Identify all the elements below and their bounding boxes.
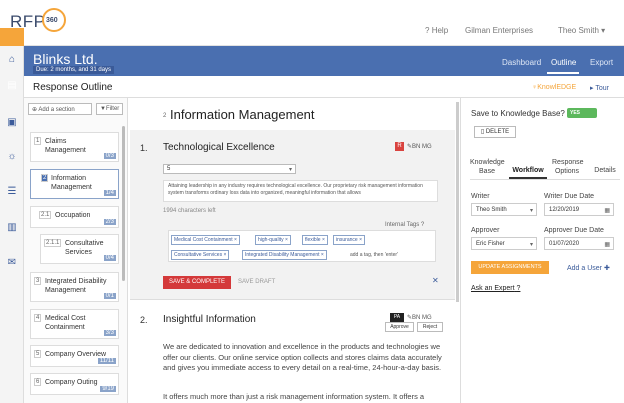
ask-expert-link[interactable]: Ask an Expert ? <box>471 285 520 292</box>
question-title: Technological Excellence <box>163 142 275 153</box>
approve-button[interactable]: Approve <box>385 322 414 332</box>
nav-outline[interactable]: Outline <box>551 58 576 67</box>
writer-label: Writer <box>471 193 490 200</box>
answer-textarea[interactable]: Attaining leadership in any industry req… <box>163 180 438 202</box>
tab-details[interactable]: Details <box>590 166 620 175</box>
approver-label: Approver <box>471 227 500 234</box>
outline-item[interactable]: 1 Claims Management 0/3 <box>30 132 119 162</box>
internal-tags-label: Internal Tags ? <box>385 222 425 228</box>
save-draft-button[interactable]: SAVE DRAFT <box>238 279 275 285</box>
writer-due-label: Writer Due Date <box>544 193 595 200</box>
lightbulb-icon[interactable]: ☼ <box>0 151 24 162</box>
list-icon[interactable]: ☰ <box>0 186 24 197</box>
add-user-icon: ✚ <box>603 265 610 272</box>
outline-item[interactable]: 5 Company Overview 11/11 <box>30 345 119 367</box>
chart-icon[interactable]: ▥ <box>0 222 24 233</box>
tag-chip[interactable]: Medical Cost Containment × <box>171 235 240 245</box>
question-number: 1. <box>140 143 148 153</box>
document-icon[interactable]: ▤ <box>0 80 24 91</box>
nav-active-underline <box>547 72 579 74</box>
character-count: 1994 characters left <box>163 208 216 214</box>
tag-chip[interactable]: Consultative Services × <box>171 250 230 260</box>
home-icon[interactable]: ⌂ <box>0 54 24 65</box>
help-icon: ? <box>516 285 521 292</box>
outline-item[interactable]: 3 Integrated Disability Management 0/1 <box>30 272 119 302</box>
writer-select[interactable]: Theo Smith ▾ <box>471 203 537 216</box>
outline-item[interactable]: 2.1 Occupation 2/3 <box>30 206 119 228</box>
logo-number: 360 <box>46 17 58 24</box>
tab-active-underline <box>509 177 547 179</box>
play-icon: ▸ <box>590 85 594 92</box>
approver-due-label: Approver Due Date <box>544 227 604 234</box>
section-number: 2 <box>163 113 167 119</box>
camera-icon[interactable]: ▣ <box>0 117 24 128</box>
outline-item[interactable]: 4 Medical Cost Containment 3/3 <box>30 309 119 339</box>
page-title: Response Outline <box>33 82 113 93</box>
question-panel-active <box>130 130 455 300</box>
requirement-badge: R <box>395 142 404 151</box>
question-number: 2. <box>140 315 148 325</box>
toggle-label: YES <box>570 110 581 116</box>
chevron-down-icon: ▾ <box>288 167 292 173</box>
add-user-link[interactable]: Add a User ✚ <box>567 264 610 272</box>
due-badge: Due: 2 months, and 31 days <box>33 66 115 74</box>
delete-button[interactable]: ▯ DELETE <box>474 126 516 138</box>
trash-icon: ▯ <box>480 129 485 135</box>
writer-due-input[interactable]: 12/20/2019 ▦ <box>544 203 614 216</box>
update-assignments-button[interactable]: UPDATE ASSIGNMENTS <box>471 261 549 274</box>
chevron-down-icon: ▾ <box>529 208 533 214</box>
add-section-button[interactable]: ⊕ Add a section <box>28 103 92 115</box>
nav-dashboard[interactable]: Dashboard <box>502 58 541 67</box>
tag-chip[interactable]: flexible × <box>302 235 328 245</box>
approver-select[interactable]: Eric Fisher ▾ <box>471 237 537 250</box>
help-icon: ? <box>420 222 425 228</box>
filter-button[interactable]: ▼Filter <box>96 103 123 115</box>
tag-chip[interactable]: insurance × <box>333 235 365 245</box>
help-icon: ? <box>425 26 430 35</box>
save-to-kb-label: Save to Knowledge Base? <box>471 109 565 118</box>
knowledge-link[interactable]: ♀KnowlEDGE <box>532 84 576 91</box>
answer-text: We are dedicated to innovation and excel… <box>163 342 442 372</box>
close-icon[interactable]: ✕ <box>432 276 439 285</box>
tab-workflow[interactable]: Workflow <box>509 166 547 175</box>
assignee-initials: ✎BN MG <box>407 144 432 150</box>
save-complete-button[interactable]: SAVE & COMPLETE <box>163 276 231 289</box>
outline-scrollbar[interactable] <box>122 126 125 281</box>
main-scrollbar[interactable] <box>456 102 459 302</box>
top-bar <box>0 0 624 46</box>
client-name: Blinks Ltd. <box>33 51 98 67</box>
tab-response-options[interactable]: Response Options <box>552 158 584 176</box>
calendar-icon: ▦ <box>604 242 610 248</box>
nav-export[interactable]: Export <box>590 58 613 67</box>
question-title: Insightful Information <box>163 314 256 325</box>
user-menu[interactable]: Theo Smith ▾ <box>558 26 605 35</box>
approver-due-input[interactable]: 01/07/2020 ▦ <box>544 237 614 250</box>
help-link[interactable]: ? Help <box>425 26 448 35</box>
tag-placeholder: add a tag, then 'enter' <box>350 252 399 258</box>
mail-icon[interactable]: ✉ <box>0 257 24 268</box>
pending-approval-badge: PA <box>390 313 404 322</box>
tab-divider <box>470 179 620 180</box>
calendar-icon: ▦ <box>604 208 610 214</box>
outline-item[interactable]: 2.1.1 Consultative Services 0/4 <box>40 234 119 264</box>
rail-active-indicator <box>0 28 24 46</box>
company-name[interactable]: Gilman Enterprises <box>465 26 533 35</box>
tour-link[interactable]: ▸ Tour <box>590 84 609 92</box>
tag-chip[interactable]: high-quality × <box>255 235 291 245</box>
plus-icon: ⊕ <box>32 107 38 113</box>
outline-item-active[interactable]: 2 Information Management 1/4 <box>30 169 119 199</box>
right-panel <box>460 98 624 403</box>
section-title: Information Management <box>170 107 315 122</box>
answer-select[interactable]: 5 ▾ <box>163 164 296 174</box>
answer-text-continued: It offers much more than just a risk man… <box>163 392 425 401</box>
tab-knowledge-base[interactable]: Knowledge Base <box>470 158 505 176</box>
reject-button[interactable]: Reject <box>417 322 443 332</box>
tag-chip[interactable]: Integrated Disability Management × <box>242 250 327 260</box>
chevron-down-icon: ▾ <box>529 242 533 248</box>
assignee-initials: ✎BN MG <box>407 315 432 321</box>
outline-item[interactable]: 6 Company Outing 9/19 <box>30 373 119 395</box>
chevron-down-icon: ▾ <box>601 26 606 35</box>
